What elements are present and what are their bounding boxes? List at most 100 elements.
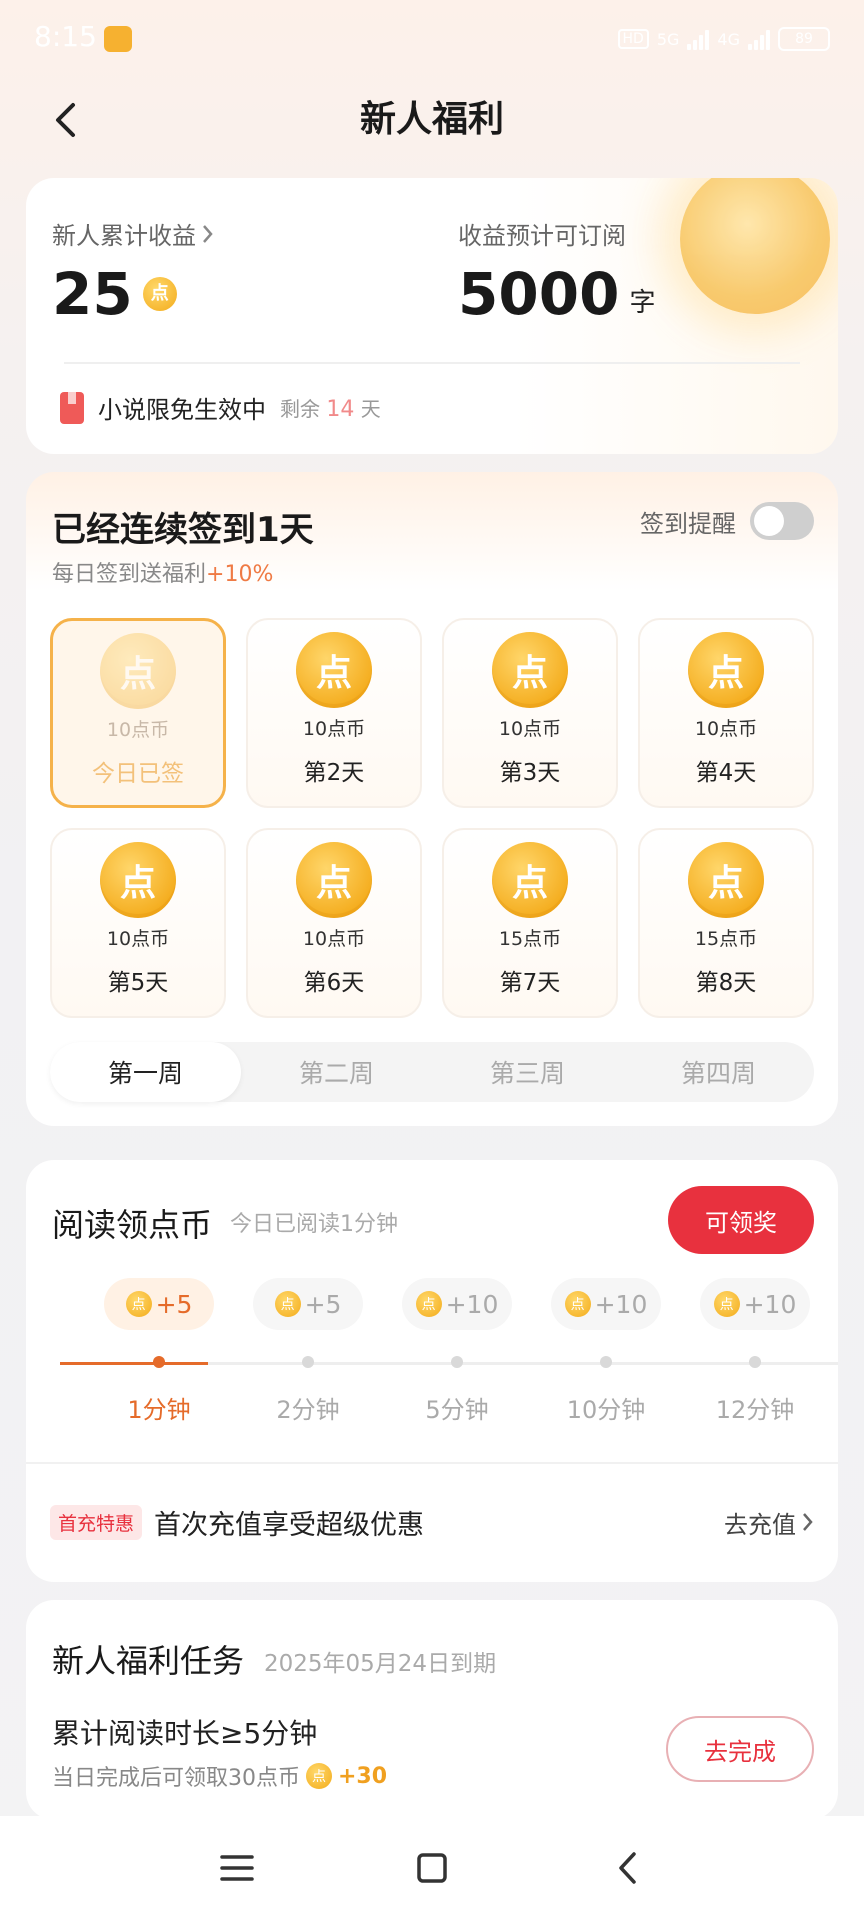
task-desc-text: 当日完成后可领取30点币	[52, 1766, 300, 1791]
coin-icon: 点	[415, 1291, 442, 1317]
step-reward: +5	[304, 1289, 342, 1319]
free-novel-status: 小说限免生效中 剩余 14 天	[60, 390, 381, 425]
signin-day-7[interactable]: 点 15点币 第7天	[442, 828, 618, 1018]
task-description: 当日完成后可领取30点币 点 +30	[52, 1760, 387, 1792]
tasks-title: 新人福利任务	[52, 1642, 245, 1680]
first-recharge-row[interactable]: 首充特惠 首次充值享受超级优惠 去充值	[50, 1494, 814, 1550]
divider	[26, 1462, 838, 1464]
day-label: 第4天	[695, 760, 757, 786]
reading-subtitle: 今日已阅读1分钟	[230, 1212, 398, 1237]
reading-step-2[interactable]: 点 +5 2分钟	[253, 1278, 363, 1424]
day-amount: 10点币	[302, 718, 366, 740]
day-amount: 15点币	[694, 928, 758, 950]
reading-title: 阅读领点币	[52, 1206, 213, 1244]
signin-day-5[interactable]: 点 10点币 第5天	[50, 828, 226, 1018]
day-label: 今日已签	[92, 761, 184, 787]
tab-week-2[interactable]: 第二周	[241, 1042, 432, 1102]
total-earnings-value: 25	[52, 260, 133, 328]
reading-step-3[interactable]: 点 +10 5分钟	[402, 1278, 512, 1424]
earnings-card: 新人累计收益 25 点 收益预计可订阅 5000 字 小说限免生效中 剩余 14…	[26, 178, 838, 454]
step-dot	[451, 1356, 463, 1368]
day-label: 第3天	[499, 760, 561, 786]
status-time: 8:15	[34, 20, 97, 53]
coin-icon: 点	[564, 1291, 591, 1317]
step-reward: +10	[445, 1289, 499, 1319]
week-tabs: 第一周 第二周 第三周 第四周	[50, 1042, 814, 1102]
step-dot	[749, 1356, 761, 1368]
network-4g-label: 4G	[717, 29, 740, 49]
coin-icon: 点	[492, 842, 568, 918]
recharge-text: 首次充值享受超级优惠	[154, 1509, 425, 1541]
coin-icon: 点	[125, 1291, 152, 1317]
total-earnings-label-row: 新人累计收益	[52, 216, 214, 251]
day-amount: 10点币	[694, 718, 758, 740]
step-dot	[302, 1356, 314, 1368]
coin-icon: 点	[492, 632, 568, 708]
signin-day-8[interactable]: 点 15点币 第8天	[638, 828, 814, 1018]
recharge-link[interactable]: 去充值	[724, 1505, 814, 1540]
step-reward: +10	[743, 1289, 797, 1319]
coin-icon: 点	[306, 1763, 332, 1789]
day-amount: 10点币	[106, 719, 170, 741]
total-earnings[interactable]: 新人累计收益 25 点	[52, 216, 214, 323]
task-name: 累计阅读时长≥5分钟	[52, 1717, 318, 1750]
claim-reward-button[interactable]: 可领奖	[668, 1186, 814, 1254]
chevron-right-icon	[203, 224, 213, 243]
signin-title: 已经连续签到1天	[52, 510, 314, 550]
recharge-link-label: 去充值	[724, 1510, 796, 1539]
tab-week-4[interactable]: 第四周	[623, 1042, 814, 1102]
signin-day-4[interactable]: 点 10点币 第4天	[638, 618, 814, 808]
coin-icon: 点	[274, 1291, 301, 1317]
step-reward-pill: 点 +5	[253, 1278, 363, 1330]
step-reward-pill: 点 +5	[104, 1278, 214, 1330]
hd-icon: HD	[617, 29, 649, 49]
signin-subtitle: 每日签到送福利+10%	[52, 556, 273, 588]
remain-suffix: 天	[360, 397, 381, 421]
coin-icon: 点	[296, 842, 372, 918]
total-earnings-value-row: 25 点	[52, 265, 214, 323]
divider	[64, 362, 800, 364]
system-nav-bar	[0, 1816, 864, 1920]
status-bar: 8:15 HD 5G 4G 89	[0, 0, 864, 76]
subscribe-value-row: 5000 字	[458, 265, 655, 323]
tasks-expire: 2025年05月24日到期	[264, 1651, 497, 1677]
free-remaining: 剩余 14 天	[280, 393, 381, 422]
coin-icon: 点	[688, 632, 764, 708]
signin-day-2[interactable]: 点 10点币 第2天	[246, 618, 422, 808]
signin-day-6[interactable]: 点 10点币 第6天	[246, 828, 422, 1018]
subscribe-value: 5000	[458, 260, 620, 328]
page-title: 新人福利	[359, 99, 504, 140]
signal-icon-2	[748, 28, 770, 50]
reading-rewards-card: 阅读领点币 今日已阅读1分钟 可领奖 点 +5 1分钟 点 +5 2分钟 点 +10 …	[26, 1160, 838, 1582]
day-amount: 15点币	[498, 928, 562, 950]
battery-icon: 89	[778, 27, 830, 51]
book-icon	[60, 391, 84, 424]
step-time: 10分钟	[566, 1396, 646, 1424]
reading-step-5[interactable]: 点 +10 12分钟	[700, 1278, 810, 1424]
back-arrow-icon	[619, 1852, 636, 1884]
reading-step-4[interactable]: 点 +10 10分钟	[551, 1278, 661, 1424]
system-back-button[interactable]	[602, 1846, 652, 1890]
coin-icon: 点	[100, 842, 176, 918]
nav-bar: 新人福利	[0, 80, 864, 160]
signin-day-1[interactable]: 点 10点币 今日已签	[50, 618, 226, 808]
reading-step-1[interactable]: 点 +5 1分钟	[104, 1278, 214, 1424]
task-reward: +30	[338, 1763, 388, 1789]
newbie-tasks-card: 新人福利任务 2025年05月24日到期 累计阅读时长≥5分钟 当日完成后可领取…	[26, 1600, 838, 1820]
coin-icon: 点	[296, 632, 372, 708]
reminder-toggle[interactable]	[750, 502, 814, 540]
tab-week-3[interactable]: 第三周	[432, 1042, 623, 1102]
step-time: 1分钟	[127, 1396, 191, 1424]
signin-days-grid: 点 10点币 今日已签 点 10点币 第2天 点 10点币 第3天 点 10点币…	[50, 618, 814, 1018]
home-button[interactable]	[407, 1846, 457, 1890]
reminder-label: 签到提醒	[640, 509, 736, 538]
network-5g-label: 5G	[656, 29, 680, 49]
step-reward: +10	[594, 1289, 648, 1319]
complete-task-button[interactable]: 去完成	[666, 1716, 814, 1782]
step-reward-pill: 点 +10	[700, 1278, 810, 1330]
day-label: 第6天	[303, 970, 365, 996]
signin-day-3[interactable]: 点 10点币 第3天	[442, 618, 618, 808]
tab-week-1[interactable]: 第一周	[50, 1042, 241, 1102]
menu-button[interactable]	[212, 1846, 262, 1890]
status-indicators: HD 5G 4G 89	[617, 24, 830, 54]
